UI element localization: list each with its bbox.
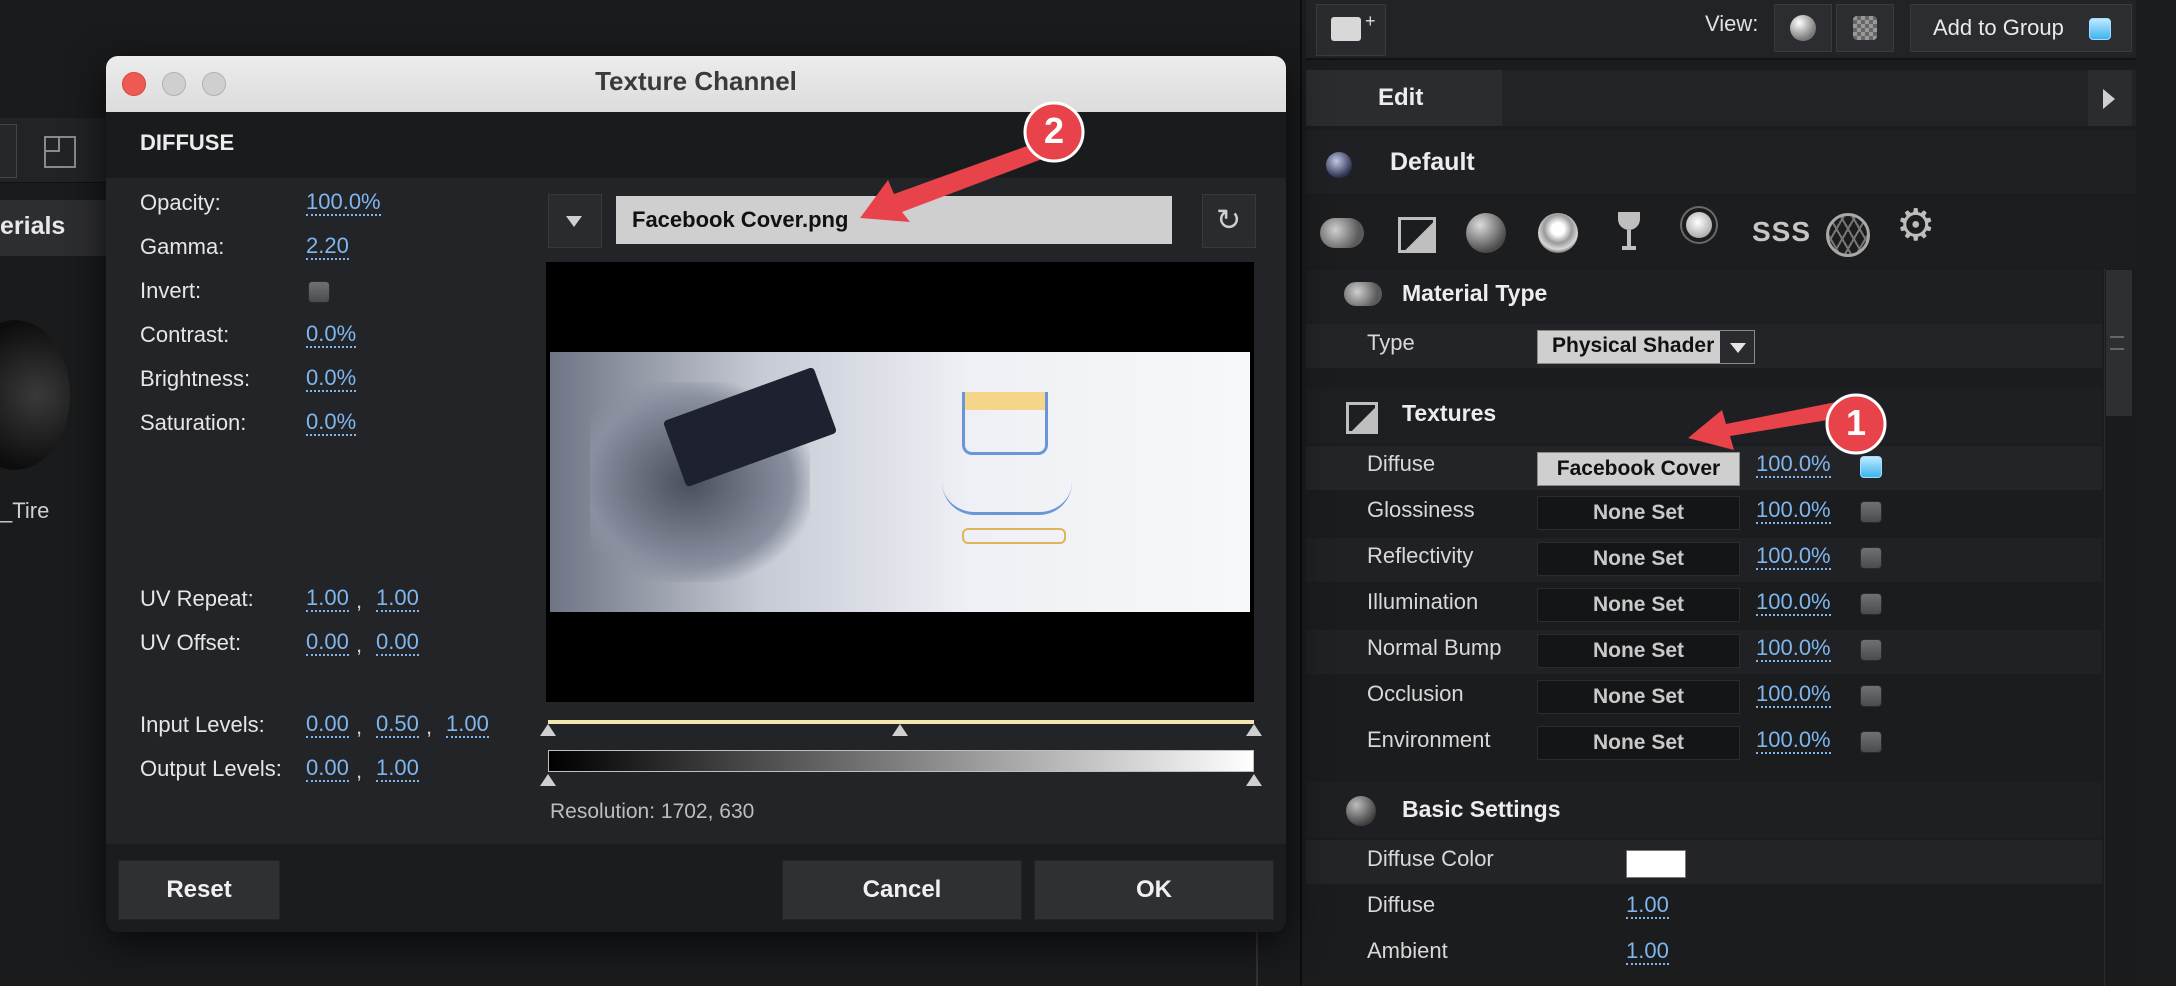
annotation-arrow-2 bbox=[860, 142, 1050, 222]
annotation-arrows bbox=[860, 101, 1887, 455]
annotation-number-1: 1 bbox=[1845, 402, 1867, 443]
annotation-arrow-1 bbox=[1688, 402, 1840, 450]
annotation-number-2: 2 bbox=[1043, 110, 1065, 151]
